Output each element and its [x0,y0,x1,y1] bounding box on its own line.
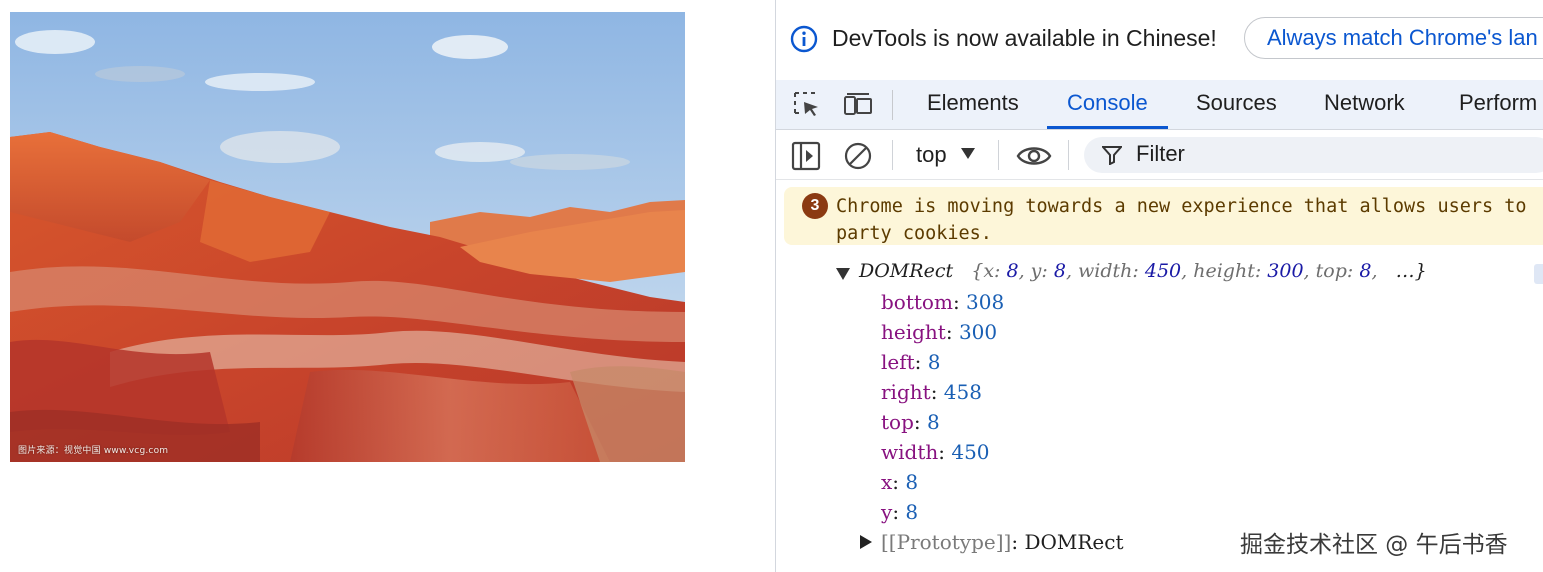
info-icon [790,25,818,53]
property-value: 8 [927,350,941,374]
photo-graphic [10,12,685,462]
page-viewport: 图片来源：视觉中国 www.vcg.com [0,0,775,572]
warning-text: Chrome is moving towards a new experienc… [836,193,1543,247]
filter-placeholder: Filter [1136,141,1185,166]
tab-performance[interactable]: Perform [1459,80,1537,129]
property-value: 450 [951,440,990,464]
property-value: 300 [958,320,998,344]
always-match-language-button[interactable]: Always match Chrome's lan [1244,17,1543,59]
property-row: bottom: 308 [881,290,1005,314]
property-row: x: 8 [881,470,919,494]
property-row: y: 8 [881,500,919,524]
summary-key: width [1078,260,1133,282]
object-info-badge[interactable] [1534,264,1543,284]
prototype-row[interactable]: [[Prototype]]: DOMRect [881,530,1123,554]
devtools-tab-bar: Elements Console Sources Network Perform [776,80,1543,130]
screen: 图片来源：视觉中国 www.vcg.com DevTools is now av… [0,0,1543,572]
property-key: right [881,380,931,404]
eye-icon[interactable] [1016,141,1052,171]
sidebar-toggle-icon[interactable] [791,141,821,171]
tabs-separator [892,90,893,120]
property-key: top [881,410,914,434]
summary-ellipsis: …} [1395,260,1427,282]
tab-elements[interactable]: Elements [927,80,1019,129]
summary-key: height [1193,260,1255,282]
language-notice-bar: DevTools is now available in Chinese! Al… [776,0,1543,80]
property-key: bottom [881,290,953,314]
clear-console-icon[interactable] [843,141,873,171]
filter-input[interactable]: Filter [1084,137,1543,173]
prototype-value: DOMRect [1024,530,1124,554]
property-key: left [881,350,915,374]
summary-value: 8 [1359,260,1372,282]
property-value: 458 [943,380,982,404]
summary-key: top [1315,260,1347,282]
tab-console[interactable]: Console [1047,80,1168,129]
console-toolbar: top Filter [776,130,1543,180]
notice-text: DevTools is now available in Chinese! [832,25,1217,51]
landscape-photo: 图片来源：视觉中国 www.vcg.com [10,12,685,462]
property-value: 8 [905,500,919,524]
console-warning-message[interactable]: 3 Chrome is moving towards a new experie… [784,187,1543,245]
toolbar-separator [892,140,893,170]
tab-network[interactable]: Network [1324,80,1405,129]
prototype-key: [[Prototype]] [881,530,1012,554]
tab-sources[interactable]: Sources [1196,80,1277,129]
property-row: height: 300 [881,320,998,344]
toolbar-separator [998,140,999,170]
property-value: 8 [927,410,940,434]
property-key: height [881,320,946,344]
object-type: DOMRect [859,260,954,282]
expand-prototype-icon[interactable] [860,535,872,549]
photo-credit: 图片来源：视觉中国 www.vcg.com [18,446,169,456]
summary-value: 8 [1006,260,1019,282]
toolbar-separator [1068,140,1069,170]
property-key: y [881,500,893,524]
property-value: 8 [905,470,919,494]
property-row: top: 8 [881,410,940,434]
warning-line-1: Chrome is moving towards a new experienc… [836,196,1527,217]
summary-key: x [983,260,995,282]
property-value: 308 [966,290,1005,314]
expand-triangle-icon[interactable] [836,268,850,280]
property-row: width: 450 [881,440,990,464]
object-summary[interactable]: DOMRect {x: 8, y: 8, width: 450, height:… [859,260,1427,282]
summary-key: y [1030,260,1042,282]
property-key: width [881,440,939,464]
summary-value: 8 [1053,260,1066,282]
devtools-panel: DevTools is now available in Chinese! Al… [775,0,1543,572]
chevron-down-icon[interactable] [961,148,975,160]
summary-value: 450 [1144,260,1182,282]
summary-value: 300 [1267,260,1304,282]
warning-line-2: party cookies. [836,223,992,244]
message-count-badge: 3 [802,193,828,219]
property-key: x [881,470,893,494]
filter-icon [1102,146,1122,165]
inspect-element-icon[interactable] [792,90,822,120]
site-watermark: 掘金技术社区 @ 午后书香 [1240,532,1508,558]
property-row: right: 458 [881,380,982,404]
device-toolbar-icon[interactable] [843,90,873,120]
property-row: left: 8 [881,350,941,374]
context-selector[interactable]: top [916,140,947,170]
